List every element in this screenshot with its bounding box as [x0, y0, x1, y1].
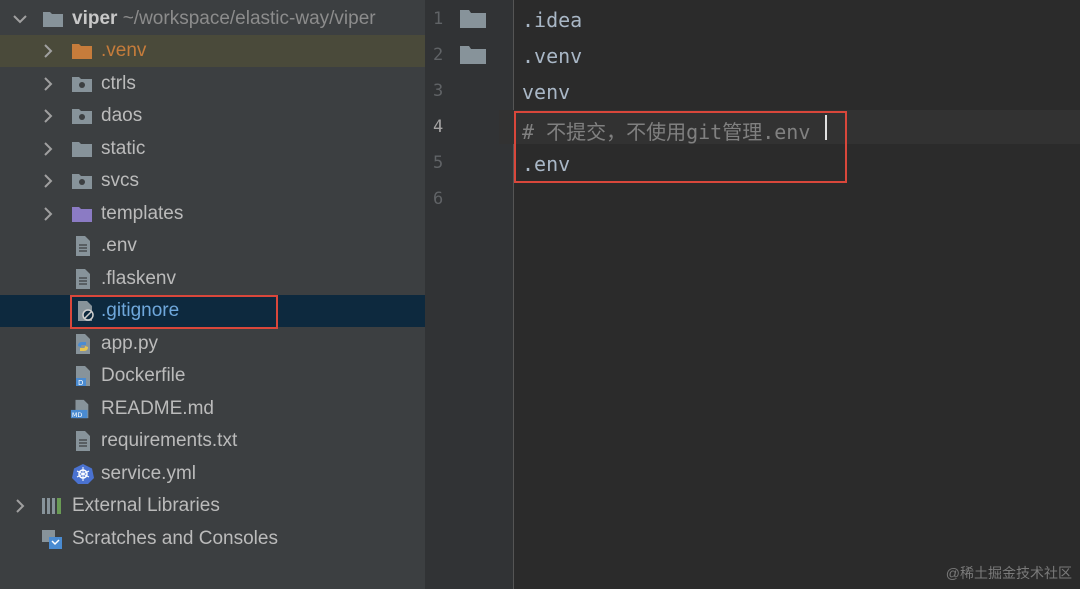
line-number: 5: [433, 153, 444, 173]
text-file-icon: [76, 236, 90, 256]
docker-file-icon: D: [76, 366, 90, 386]
code-line[interactable]: venv: [522, 80, 570, 104]
scratches-icon: [42, 530, 62, 549]
project-sidebar: viper ~/workspace/elastic-way/viper .ven…: [0, 0, 425, 589]
markdown-file-icon: MD: [70, 399, 89, 419]
tree-label: Dockerfile: [101, 365, 186, 386]
chevron-right-icon[interactable]: [40, 106, 56, 126]
excluded-folder-icon: [72, 44, 92, 59]
chevron-right-icon[interactable]: [12, 496, 28, 516]
folder-icon: [72, 142, 92, 157]
code-line[interactable]: .idea: [522, 8, 582, 32]
text-file-icon: [76, 269, 90, 289]
tree-label: svcs: [101, 170, 139, 191]
tree-label: app.py: [101, 333, 159, 354]
tree-root-viper[interactable]: viper ~/workspace/elastic-way/viper: [0, 3, 425, 35]
line-gutter: 1 2 3 4 5 6: [425, 0, 513, 589]
chevron-right-icon[interactable]: [40, 204, 56, 224]
tree-folder-ctrls[interactable]: ctrls: [0, 68, 425, 100]
tree-label: daos: [101, 105, 143, 126]
code-highlight-box: [514, 111, 847, 183]
tree-label: .venv: [101, 40, 147, 61]
tree-label: Scratches and Consoles: [72, 528, 278, 549]
templates-folder-icon: [72, 207, 92, 222]
project-path: ~/workspace/elastic-way/viper: [122, 8, 376, 29]
folder-icon: [460, 10, 486, 28]
tree-file-app-py[interactable]: app.py: [0, 328, 425, 360]
tree-scratches-consoles[interactable]: Scratches and Consoles: [0, 523, 425, 555]
tree-folder-templates[interactable]: templates: [0, 198, 425, 230]
kubernetes-file-icon: [72, 464, 94, 484]
python-file-icon: [76, 334, 90, 354]
package-folder-icon: [72, 174, 92, 189]
gutter-divider: [513, 0, 514, 589]
tree-folder-static[interactable]: static: [0, 133, 425, 165]
chevron-down-icon[interactable]: [12, 9, 28, 29]
tree-label: service.yml: [101, 463, 197, 484]
text-file-icon: [76, 431, 90, 451]
tree-external-libraries[interactable]: External Libraries: [0, 490, 425, 522]
tree-file-env[interactable]: .env: [0, 230, 425, 262]
project-name: viper: [72, 8, 118, 29]
tree-file-service-yml[interactable]: service.yml: [0, 458, 425, 490]
tree-label: static: [101, 138, 146, 159]
tree-label: .flaskenv: [101, 268, 176, 289]
gitignore-highlight-box: [70, 295, 278, 329]
line-number: 4: [433, 117, 444, 137]
watermark: @稀土掘金技术社区: [945, 565, 1072, 581]
tree-label: .env: [101, 235, 137, 256]
chevron-right-icon[interactable]: [40, 139, 56, 159]
tree-label: templates: [101, 203, 184, 224]
tree-label: ctrls: [101, 73, 136, 94]
tree-file-requirements[interactable]: requirements.txt: [0, 425, 425, 457]
tree-label: External Libraries: [72, 495, 220, 516]
tree-folder-svcs[interactable]: svcs: [0, 165, 425, 197]
tree-label: README.md: [101, 398, 214, 419]
tree-folder-daos[interactable]: daos: [0, 100, 425, 132]
tree-file-flaskenv[interactable]: .flaskenv: [0, 263, 425, 295]
tree-label: requirements.txt: [101, 430, 238, 451]
folder-icon: [460, 46, 486, 64]
tree-folder-venv[interactable]: .venv: [0, 35, 425, 67]
code-line[interactable]: .venv: [522, 44, 582, 68]
code-editor[interactable]: 1 2 3 4 5 6 .idea .venv venv # 不提交，不使用gi…: [425, 0, 1080, 589]
line-number: 2: [433, 45, 444, 65]
line-number: 6: [433, 189, 444, 209]
chevron-right-icon[interactable]: [40, 41, 56, 61]
line-number: 1: [433, 9, 444, 29]
line-number: 3: [433, 81, 444, 101]
tree-file-dockerfile[interactable]: D Dockerfile: [0, 360, 425, 392]
folder-icon: [43, 12, 63, 27]
library-icon: [42, 498, 61, 514]
tree-file-readme[interactable]: MD README.md: [0, 393, 425, 425]
package-folder-icon: [72, 109, 92, 124]
svg-text:D: D: [78, 379, 83, 386]
package-folder-icon: [72, 77, 92, 92]
svg-text:MD: MD: [72, 411, 83, 419]
chevron-right-icon[interactable]: [40, 171, 56, 191]
chevron-right-icon[interactable]: [40, 74, 56, 94]
